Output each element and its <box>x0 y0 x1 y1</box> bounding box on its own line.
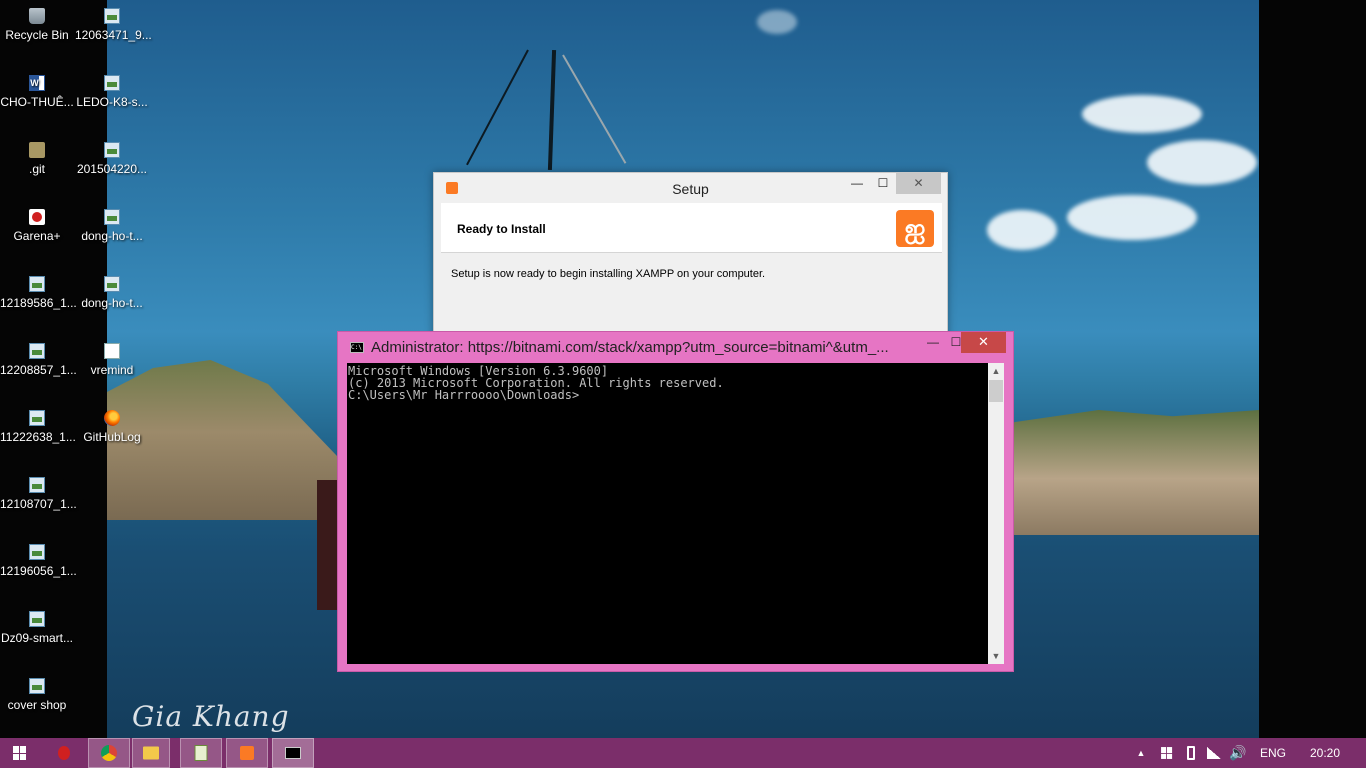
image-file-icon <box>104 209 120 225</box>
cmd-console[interactable]: Microsoft Windows [Version 6.3.9600] (c) … <box>347 363 988 664</box>
recycle-bin-icon <box>29 8 45 24</box>
wallpaper-rocky-shore <box>1012 410 1259 535</box>
image-file-icon <box>104 276 120 292</box>
firefox-icon <box>104 410 120 426</box>
folder-icon <box>29 142 45 158</box>
desktop-icon-image[interactable]: 11222638_1... <box>0 410 76 444</box>
setup-step-title: Ready to Install <box>457 222 546 236</box>
console-prompt: C:\Users\Mr Harrroooo\Downloads> <box>348 388 580 402</box>
desktop-icon-image[interactable]: LEDO-K8-s... <box>75 75 149 109</box>
garena-icon <box>29 209 45 225</box>
notepad-icon <box>194 745 208 761</box>
maximize-button[interactable]: ☐ <box>870 173 896 194</box>
desktop-icon-image[interactable]: 12208857_1... <box>0 343 77 377</box>
close-button[interactable]: ✕ <box>961 332 1006 353</box>
desktop-icon-image[interactable]: 12196056_1... <box>0 544 77 578</box>
start-button[interactable] <box>0 738 40 768</box>
tray-clock[interactable]: 20:20 <box>1300 738 1350 768</box>
language-indicator: ENG <box>1260 746 1287 760</box>
speaker-icon: 🔊 <box>1229 744 1247 761</box>
desktop-icon-image[interactable]: 201504220... <box>75 142 149 176</box>
desktop-icon-image[interactable]: Dz09-smart... <box>0 611 74 645</box>
desktop-icon-git-folder[interactable]: .git <box>0 142 74 176</box>
tray-volume[interactable]: 🔊 <box>1228 738 1248 768</box>
image-file-icon <box>104 142 120 158</box>
command-prompt-icon <box>285 747 301 759</box>
wallpaper-cloud <box>987 210 1057 250</box>
xampp-setup-window: Setup — ☐ ✕ Ready to Install ஐ Setup is … <box>433 172 948 342</box>
taskbar-xampp-setup[interactable] <box>226 738 268 768</box>
desktop-icon-image[interactable]: cover shop <box>0 678 74 712</box>
wallpaper-cloud <box>757 10 797 34</box>
setup-titlebar[interactable]: Setup — ☐ ✕ <box>434 173 947 203</box>
taskbar-garena[interactable] <box>45 738 83 768</box>
minimize-button[interactable]: — <box>920 332 946 353</box>
wallpaper-watermark: Gia Khang <box>132 700 290 733</box>
xampp-logo-icon: ஐ <box>896 210 934 247</box>
image-file-icon <box>29 611 45 627</box>
desktop-icon-image[interactable]: dong-ho-t... <box>75 276 149 310</box>
setup-body-panel: Setup is now ready to begin installing X… <box>441 254 942 334</box>
desktop-icon-image[interactable]: 12063471_9... <box>75 8 152 42</box>
scroll-down-icon[interactable]: ▼ <box>988 648 1004 664</box>
tray-network[interactable] <box>1205 738 1223 768</box>
wallpaper-cloud <box>1147 140 1257 185</box>
wallpaper-boat-rope <box>466 49 529 166</box>
windows-logo-icon <box>1161 747 1173 759</box>
signal-icon <box>1207 747 1221 759</box>
battery-icon <box>1187 746 1195 760</box>
word-document-icon <box>29 75 45 91</box>
image-file-icon <box>29 678 45 694</box>
taskbar: ▲ 🔊 ENG 20:20 <box>0 738 1366 768</box>
tray-language[interactable]: ENG <box>1256 738 1292 768</box>
taskbar-file-explorer[interactable] <box>132 738 170 768</box>
windows-logo-icon <box>13 746 27 760</box>
cmd-title: Administrator: https://bitnami.com/stack… <box>371 339 889 356</box>
desktop-icon-word-doc[interactable]: CHO-THUÊ... <box>0 75 74 109</box>
chrome-icon <box>101 745 117 761</box>
wallpaper-cloud <box>1082 95 1202 133</box>
scroll-thumb[interactable] <box>989 380 1003 402</box>
desktop-icon-image[interactable]: 12189586_1... <box>0 276 77 310</box>
wallpaper-cloud <box>1067 195 1197 240</box>
image-file-icon <box>104 8 120 24</box>
image-file-icon <box>104 75 120 91</box>
cmd-titlebar[interactable]: C:\ Administrator: https://bitnami.com/s… <box>338 332 1013 362</box>
chevron-up-icon: ▲ <box>1136 748 1146 758</box>
cmd-scrollbar[interactable]: ▲ ▼ <box>988 363 1004 664</box>
xampp-icon <box>240 746 254 760</box>
taskbar-chrome[interactable] <box>88 738 130 768</box>
image-file-icon <box>29 544 45 560</box>
command-prompt-window: C:\ Administrator: https://bitnami.com/s… <box>337 331 1014 672</box>
garena-icon <box>58 746 70 760</box>
desktop-icon-garena[interactable]: Garena+ <box>0 209 74 243</box>
minimize-button[interactable]: — <box>844 173 870 194</box>
setup-body-text: Setup is now ready to begin installing X… <box>451 268 766 280</box>
scroll-up-icon[interactable]: ▲ <box>988 363 1004 379</box>
command-prompt-icon: C:\ <box>350 342 364 353</box>
wallpaper-boat-rope <box>562 54 627 164</box>
image-file-icon <box>29 343 45 359</box>
setup-header-panel: Ready to Install ஐ <box>441 203 942 253</box>
tray-power[interactable] <box>1182 738 1200 768</box>
clock-time: 20:20 <box>1310 746 1341 760</box>
desktop-icon-image[interactable]: dong-ho-t... <box>75 209 149 243</box>
desktop-right-border <box>1259 0 1366 738</box>
desktop-icon-image[interactable]: 12108707_1... <box>0 477 77 511</box>
image-file-icon <box>29 276 45 292</box>
desktop-icon-githublog[interactable]: GitHubLog <box>75 410 149 444</box>
image-file-icon <box>29 410 45 426</box>
folder-icon <box>143 746 159 760</box>
wallpaper-boat-mast <box>547 49 557 171</box>
taskbar-notepad[interactable] <box>180 738 222 768</box>
close-button[interactable]: ✕ <box>896 173 941 194</box>
text-document-icon <box>104 343 120 359</box>
show-hidden-icons-button[interactable]: ▲ <box>1134 738 1148 768</box>
desktop-icon-vremind[interactable]: vremind <box>75 343 149 377</box>
taskbar-command-prompt[interactable] <box>272 738 314 768</box>
tray-windows-notifications[interactable] <box>1158 738 1176 768</box>
image-file-icon <box>29 477 45 493</box>
desktop-icon-recycle-bin[interactable]: Recycle Bin <box>0 8 74 42</box>
